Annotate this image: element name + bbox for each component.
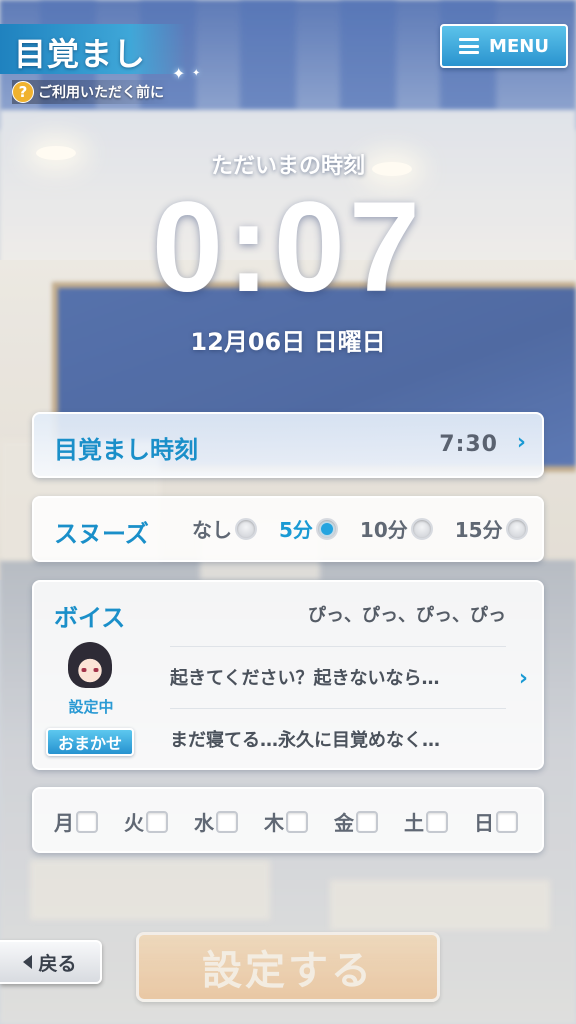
set-alarm-button[interactable]: 設定する bbox=[136, 932, 440, 1002]
snooze-option-10min[interactable]: 10分 bbox=[360, 514, 433, 543]
back-arrow-icon bbox=[23, 955, 33, 969]
checkbox[interactable] bbox=[356, 810, 378, 833]
radio-button[interactable] bbox=[235, 517, 257, 540]
chevron-right-icon[interactable]: › bbox=[519, 666, 528, 691]
checkbox[interactable] bbox=[216, 810, 238, 833]
weekday-label: 日 bbox=[474, 811, 494, 835]
help-link[interactable]: ? ご利用いただく前に bbox=[12, 80, 170, 104]
back-button-label: 戻る bbox=[38, 952, 77, 975]
radio-button[interactable] bbox=[410, 517, 433, 540]
snooze-label: スヌーズ bbox=[54, 520, 149, 548]
alarm-time-value: 7:30 bbox=[439, 432, 498, 457]
radio-button-selected[interactable] bbox=[315, 517, 338, 540]
checkbox[interactable] bbox=[76, 810, 98, 833]
voice-line-1: ぴっ、ぴっ、ぴっ、ぴっ bbox=[308, 605, 506, 626]
checkbox[interactable] bbox=[496, 810, 518, 833]
checkbox[interactable] bbox=[426, 810, 448, 833]
weekday-checkboxes: 月 火 水 木 金 土 日 bbox=[54, 807, 518, 836]
snooze-option-label: 10分 bbox=[359, 518, 408, 542]
weekday-label: 火 bbox=[124, 811, 144, 835]
snooze-option-15min[interactable]: 15分 bbox=[455, 514, 528, 543]
checkbox[interactable] bbox=[286, 810, 308, 833]
weekday-sat[interactable]: 土 bbox=[404, 807, 448, 836]
weekday-panel: 月 火 水 木 金 土 日 bbox=[32, 787, 544, 853]
current-time: 0:07 bbox=[151, 176, 425, 319]
snooze-option-label: 5分 bbox=[279, 518, 313, 542]
current-date: 12月06日 日曜日 bbox=[190, 328, 386, 356]
weekday-sun[interactable]: 日 bbox=[474, 807, 518, 836]
alarm-time-row[interactable]: 目覚まし時刻 7:30 › bbox=[32, 412, 544, 478]
character-avatar bbox=[68, 642, 112, 688]
question-icon: ? bbox=[12, 81, 34, 103]
menu-button-label: MENU bbox=[489, 35, 549, 57]
omakase-button[interactable]: おまかせ bbox=[46, 728, 134, 756]
weekday-tue[interactable]: 火 bbox=[124, 807, 168, 836]
snooze-option-5min[interactable]: 5分 bbox=[279, 514, 338, 543]
voice-label: ボイス bbox=[54, 604, 126, 632]
page-title-banner: 目覚まし bbox=[0, 24, 186, 74]
snooze-panel: スヌーズ なし 5分 10分 15分 bbox=[32, 496, 544, 562]
back-button[interactable]: 戻る bbox=[0, 940, 102, 984]
weekday-thu[interactable]: 木 bbox=[264, 807, 308, 836]
hamburger-icon bbox=[459, 38, 480, 54]
help-link-label: ご利用いただく前に bbox=[38, 85, 164, 101]
snooze-option-label: 15分 bbox=[454, 518, 503, 542]
voice-status: 設定中 bbox=[68, 698, 114, 716]
snooze-option-none[interactable]: なし bbox=[192, 514, 257, 543]
snooze-options: なし 5分 10分 15分 bbox=[192, 514, 528, 543]
weekday-label: 木 bbox=[264, 811, 284, 835]
voice-line-select[interactable]: 起きてください？起きないなら… bbox=[170, 646, 506, 706]
weekday-label: 金 bbox=[334, 811, 354, 835]
voice-panel: ボイス ぴっ、ぴっ、ぴっ、ぴっ 起きてください？起きないなら… › まだ寝てる…… bbox=[32, 580, 544, 770]
weekday-fri[interactable]: 金 bbox=[334, 807, 378, 836]
weekday-mon[interactable]: 月 bbox=[54, 807, 98, 836]
snooze-option-label: なし bbox=[192, 518, 232, 542]
voice-line-2: 起きてください？起きないなら… bbox=[170, 667, 440, 689]
weekday-label: 月 bbox=[54, 811, 74, 835]
alarm-time-label: 目覚まし時刻 bbox=[54, 436, 198, 464]
sparkle-icon: ✦ bbox=[172, 64, 186, 83]
voice-line-3: まだ寝てる…永久に目覚めなく… bbox=[170, 708, 506, 768]
sparkle-icon: ✦ bbox=[192, 68, 201, 79]
weekday-wed[interactable]: 水 bbox=[194, 807, 238, 836]
menu-button[interactable]: MENU bbox=[440, 24, 568, 68]
weekday-label: 水 bbox=[194, 811, 214, 835]
checkbox[interactable] bbox=[146, 810, 168, 833]
radio-button[interactable] bbox=[505, 517, 528, 540]
page-title: 目覚まし bbox=[14, 35, 147, 73]
weekday-label: 土 bbox=[404, 811, 424, 835]
chevron-right-icon: › bbox=[516, 430, 526, 455]
